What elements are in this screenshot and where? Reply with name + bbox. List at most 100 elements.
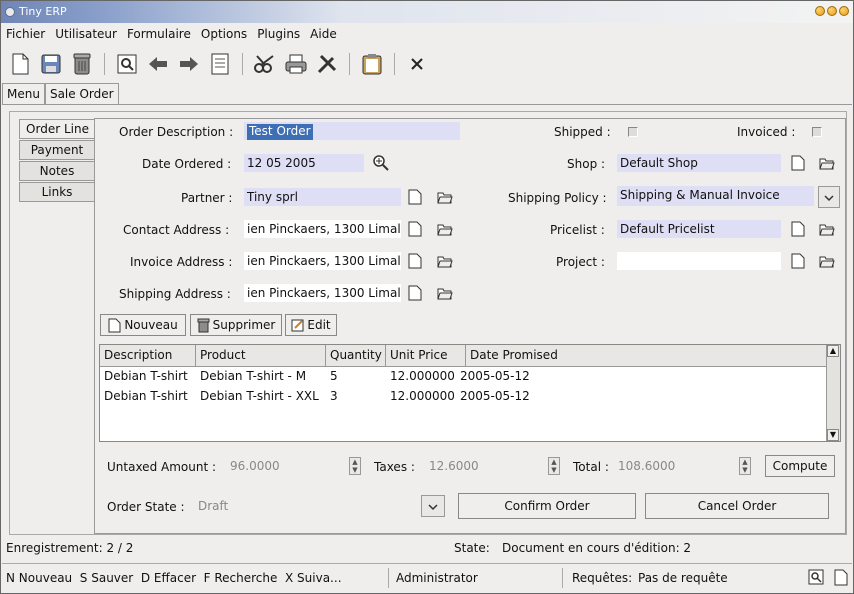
scroll-down-icon[interactable]: ▼ [827,429,839,441]
order-description-field[interactable]: Test Order [244,122,460,140]
column-quantity[interactable]: Quantity [326,345,386,366]
untaxed-amount-field[interactable]: 96.0000 [227,457,345,475]
new-line-label: Nouveau [124,318,178,332]
table-row[interactable]: Debian T-shirt Debian T-shirt - XXL 3 12… [100,387,840,407]
shop-field[interactable]: Default Shop [617,154,781,172]
order-lines-table: Description Product Quantity Unit Price … [99,344,841,442]
state-value: Document en cours d'édition: 2 [502,541,692,555]
maximize-button[interactable] [827,6,837,16]
close-window-button[interactable] [839,6,849,16]
pricelist-label: Pricelist : [550,223,605,237]
order-state-field[interactable]: Draft [195,497,417,515]
find-icon[interactable] [808,569,824,588]
clipboard-icon[interactable] [360,52,384,76]
tab-links[interactable]: Links [19,182,95,202]
contact-address-field[interactable]: ien Pinckaers, 1300 Limal [244,220,401,238]
menu-options[interactable]: Options [201,27,247,41]
menu-plugins[interactable]: Plugins [257,27,300,41]
order-description-label: Order Description : [119,125,234,139]
new-doc-icon[interactable] [8,52,32,76]
shipping-policy-dropdown[interactable] [818,186,840,208]
table-header: Description Product Quantity Unit Price … [100,345,840,367]
shop-label: Shop : [567,157,606,171]
tab-sale-order[interactable]: Sale Order [44,83,119,105]
scroll-up-icon[interactable]: ▲ [827,345,839,357]
untaxed-spinner[interactable]: ▲ ▼ [349,457,361,475]
new-line-button[interactable]: Nouveau [100,314,186,336]
total-spinner[interactable]: ▲ ▼ [739,457,751,475]
new-doc-icon[interactable] [791,155,807,171]
column-product[interactable]: Product [196,345,326,366]
cell-product: Debian T-shirt - XXL [200,389,319,403]
app-window: Tiny ERP Fichier Utilisateur Formulaire … [0,0,854,594]
new-doc-icon[interactable] [791,253,807,269]
table-scrollbar[interactable]: ▲ ▼ [826,345,840,441]
open-folder-icon[interactable] [437,222,453,238]
main-tabs: Menu Sale Order [2,83,119,105]
column-date-promised[interactable]: Date Promised [466,345,558,366]
new-doc-icon[interactable] [408,285,424,301]
date-ordered-label: Date Ordered : [142,157,232,171]
tab-notes[interactable]: Notes [19,161,95,181]
new-doc-icon[interactable] [408,221,424,237]
cancel-order-button[interactable]: Cancel Order [645,493,829,519]
total-field[interactable]: 108.6000 [615,457,733,475]
pricelist-field[interactable]: Default Pricelist [617,220,781,238]
open-folder-icon[interactable] [819,156,835,172]
find-icon[interactable] [115,52,139,76]
open-folder-icon[interactable] [437,286,453,302]
edit-line-button[interactable]: Edit [285,314,337,336]
confirm-order-button[interactable]: Confirm Order [458,493,636,519]
zoom-calendar-icon[interactable] [373,155,389,171]
invoiced-checkbox[interactable] [812,127,822,137]
shipping-policy-label: Shipping Policy : [508,191,607,205]
column-description[interactable]: Description [100,345,196,366]
taxes-spinner[interactable]: ▲ ▼ [548,457,560,475]
shipped-checkbox[interactable] [628,127,638,137]
tools-icon[interactable] [315,52,339,76]
close-icon[interactable] [405,52,429,76]
menu-aide[interactable]: Aide [310,27,337,41]
menu-utilisateur[interactable]: Utilisateur [55,27,117,41]
cell-product: Debian T-shirt - M [200,369,307,383]
open-folder-icon[interactable] [819,222,835,238]
scissors-icon[interactable] [253,52,277,76]
window-controls [815,6,849,16]
tab-menu[interactable]: Menu [2,83,45,105]
column-unit-price[interactable]: Unit Price [386,345,466,366]
save-icon[interactable] [39,52,63,76]
delete-line-button[interactable]: Supprimer [190,314,282,336]
taxes-field[interactable]: 12.6000 [426,457,538,475]
new-doc-icon[interactable] [408,253,424,269]
tab-payment[interactable]: Payment [19,140,95,160]
new-doc-icon[interactable] [834,569,848,589]
arrow-right-icon[interactable] [177,52,201,76]
compute-button[interactable]: Compute [765,455,835,477]
print-icon[interactable] [284,52,308,76]
new-doc-icon[interactable] [408,189,424,205]
trash-icon[interactable] [70,52,94,76]
new-doc-icon[interactable] [791,221,807,237]
requests-value: Pas de requête [638,571,728,585]
shortcut-bar: N Nouveau S Sauver D Effacer F Recherche… [2,563,852,591]
open-folder-icon[interactable] [437,254,453,270]
open-folder-icon[interactable] [437,190,453,206]
invoice-address-field[interactable]: ien Pinckaers, 1300 Limal [244,252,401,270]
partner-field[interactable]: Tiny sprl [244,188,401,206]
window-menu-icon[interactable] [5,7,15,17]
untaxed-amount-label: Untaxed Amount : [107,460,217,474]
shipping-address-field[interactable]: ien Pinckaers, 1300 Limal [244,284,401,302]
table-row[interactable]: Debian T-shirt Debian T-shirt - M 5 12.0… [100,367,840,387]
order-state-dropdown[interactable] [421,495,445,517]
project-field[interactable] [617,252,781,270]
menu-formulaire[interactable]: Formulaire [127,27,191,41]
requests-label: Requêtes: [572,571,633,585]
shipping-policy-select[interactable]: Shipping & Manual Invoice [617,186,814,206]
minimize-button[interactable] [815,6,825,16]
date-ordered-field[interactable]: 12 05 2005 [244,154,364,172]
tab-order-line[interactable]: Order Line [19,119,95,139]
open-folder-icon[interactable] [819,254,835,270]
form-view-icon[interactable] [208,52,232,76]
arrow-left-icon[interactable] [146,52,170,76]
menu-fichier[interactable]: Fichier [6,27,45,41]
